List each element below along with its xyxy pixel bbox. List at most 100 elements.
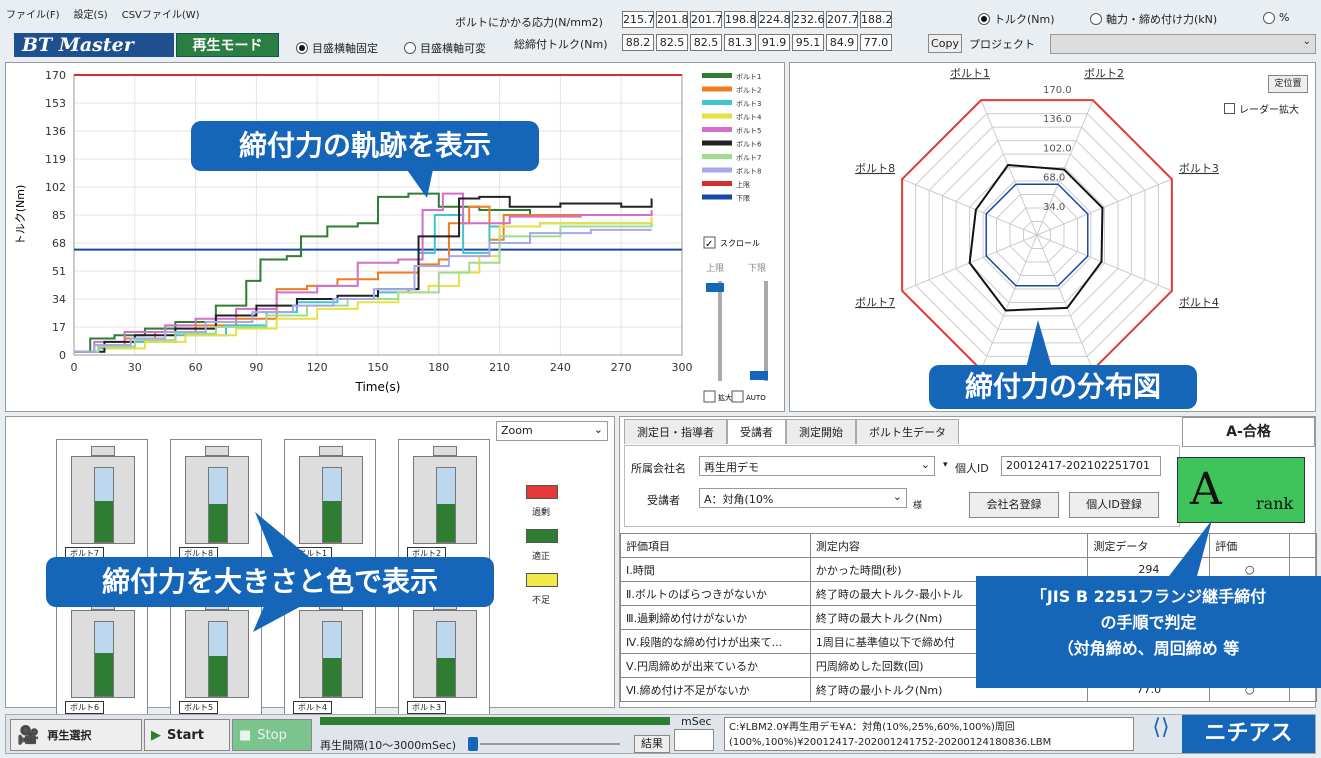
- lower-slider-label: 下限: [748, 263, 766, 274]
- interval-slider-track[interactable]: [480, 743, 620, 745]
- series-line: [74, 205, 653, 353]
- gauge-body: [185, 610, 249, 698]
- y-tick-label: 85: [52, 209, 66, 222]
- gauge-name: ボルト4: [293, 701, 333, 714]
- student-select[interactable]: A：対角(10% ⌄: [699, 488, 907, 508]
- legend-label: ボルト8: [736, 168, 761, 176]
- copy-button[interactable]: Copy: [928, 34, 962, 53]
- legend-swatch: [702, 181, 732, 186]
- tab-bolt-raw-data[interactable]: ボルト生データ: [856, 419, 959, 444]
- legend-label: ボルト2: [736, 87, 761, 95]
- x-tick-label: 270: [611, 361, 632, 374]
- gauge-fill: [209, 656, 227, 696]
- interval-slider-handle[interactable]: [468, 737, 478, 751]
- legend-swatch: [702, 73, 732, 78]
- bolt-gauge: ボルト6: [56, 593, 148, 721]
- eval-item-cell: Ⅴ.円周締めが出来ているか: [620, 653, 811, 678]
- zoom-checkbox: [703, 390, 716, 403]
- gauge-legend-swatch: [526, 529, 558, 543]
- x-tick-label: 210: [489, 361, 510, 374]
- y-tick-label: 136: [45, 125, 66, 138]
- torque-value: 77.0: [860, 34, 892, 51]
- gauge-fill: [95, 653, 113, 696]
- header-content: 測定内容: [809, 533, 1089, 558]
- gauge-cap: [319, 446, 343, 456]
- company-value: 再生用デモ: [704, 461, 759, 474]
- tab-student[interactable]: 受講者: [727, 419, 786, 444]
- radar-ring-label: 68.0: [1043, 173, 1065, 184]
- register-company-button[interactable]: 会社名登録: [969, 492, 1059, 518]
- y-axis-label: トルク(Nm): [14, 185, 27, 246]
- tab-date-instructor[interactable]: 測定日・指導者: [624, 419, 727, 444]
- menu-csv[interactable]: CSVファイル(W): [122, 6, 200, 21]
- gauge-tube: [436, 621, 456, 697]
- video-camera-icon: 🎥: [17, 724, 40, 746]
- msec-field[interactable]: [674, 729, 714, 751]
- legend-swatch: [702, 167, 732, 173]
- menu-settings[interactable]: 設定(S): [74, 6, 108, 21]
- y-tick-label: 68: [52, 237, 66, 250]
- gauge-fill: [95, 501, 113, 542]
- radar-enlarge-checkbox[interactable]: レーダー拡大: [1224, 101, 1299, 116]
- torque-value: 88.2: [622, 34, 654, 51]
- gauge-legend-swatch: [526, 485, 558, 499]
- legend-label: ボルト4: [736, 114, 762, 122]
- legend-swatch: [702, 194, 732, 200]
- gauge-body: [413, 610, 477, 698]
- stop-button[interactable]: ■ Stop: [232, 719, 312, 751]
- company-select[interactable]: 再生用デモ ⌄: [699, 456, 935, 476]
- zoom-select[interactable]: Zoom ⌄: [496, 421, 608, 441]
- x-tick-label: 30: [128, 361, 142, 374]
- menu-file[interactable]: ファイル(F): [6, 6, 60, 21]
- gauge-cap: [205, 446, 229, 456]
- radar-axis-label: ボルト3: [1179, 162, 1219, 175]
- stress-value: 201.7: [690, 11, 723, 28]
- callout-jis-line: （対角締め、周回締め 等: [1057, 639, 1240, 658]
- unit-percent-radio[interactable]: %: [1263, 11, 1289, 24]
- gauge-body: [71, 610, 135, 698]
- y-tick-label: 0: [59, 349, 66, 362]
- stress-value: 224.8: [758, 11, 791, 28]
- x-tick-label: 240: [550, 361, 571, 374]
- playback-select-button[interactable]: 🎥 再生選択: [10, 719, 142, 751]
- legend-swatch: [702, 113, 732, 119]
- nichias-mark-icon: ⟨⟩: [1152, 715, 1170, 740]
- stress-value: 201.8: [656, 11, 689, 28]
- gauge-legend-label: 不足: [532, 596, 551, 606]
- start-label: Start: [167, 727, 204, 743]
- upper-slider-handle: [706, 283, 724, 292]
- scale-variable-radio[interactable]: 目盛横軸可変: [404, 40, 486, 56]
- personal-id-field[interactable]: 20012417-202102251701: [1001, 456, 1161, 476]
- scroll-label: スクロール: [720, 239, 760, 248]
- x-tick-label: 300: [672, 361, 693, 374]
- legend-swatch: [702, 127, 732, 132]
- stress-value: 232.6: [792, 11, 825, 28]
- gauge-body: [71, 456, 135, 544]
- radio-dot-icon: [296, 42, 308, 54]
- play-icon: ▶: [151, 727, 161, 743]
- x-tick-label: 120: [307, 361, 328, 374]
- start-button[interactable]: ▶ Start: [144, 719, 230, 751]
- register-id-button[interactable]: 個人ID登録: [1069, 492, 1159, 518]
- project-select[interactable]: ⌄: [1050, 34, 1316, 54]
- legend-label: ボルト3: [736, 100, 761, 108]
- eval-item-cell: Ⅵ.締め付け不足がないか: [620, 677, 811, 702]
- scale-fixed-radio[interactable]: 目盛横軸固定: [296, 40, 378, 56]
- reset-position-button[interactable]: 定位置: [1268, 75, 1308, 93]
- upper-slider-track: [718, 281, 722, 381]
- gauge-fill: [323, 657, 341, 696]
- legend-label: 上限: [736, 180, 750, 189]
- result-button[interactable]: 結果: [634, 735, 670, 753]
- eval-item-cell: Ⅲ.過剰締め付けがないか: [620, 605, 811, 630]
- unit-torque-radio[interactable]: トルク(Nm): [978, 11, 1055, 27]
- legend-label: ボルト5: [736, 127, 761, 135]
- unit-force-radio[interactable]: 軸力・締め付け力(kN): [1090, 11, 1217, 27]
- tab-bar: 測定日・指導者 受講者 測定開始 ボルト生データ: [624, 419, 959, 444]
- header-blank: [1289, 533, 1317, 558]
- eval-item-cell: Ⅰ.時間: [620, 557, 811, 582]
- tab-measure-start[interactable]: 測定開始: [786, 419, 856, 444]
- stress-label: ボルトにかかる応力(N/mm2): [455, 16, 603, 29]
- radio-label: 目盛横軸可変: [420, 42, 486, 55]
- chevron-down-icon: ⌄: [892, 490, 902, 503]
- file-path-display: C:¥LBM2.0¥再生用デモ¥A：対角(10%,25%,60%,100%)周回…: [724, 717, 1134, 751]
